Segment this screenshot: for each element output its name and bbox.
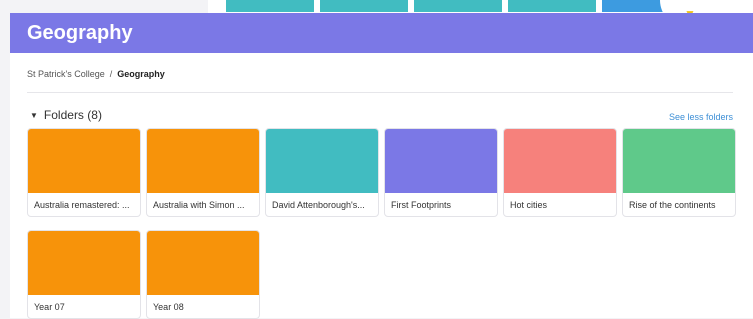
- folder-name: Hot cities: [510, 200, 548, 210]
- folders-heading: Folders (8): [43, 108, 102, 122]
- folder-card[interactable]: Rise of the continents: [622, 128, 736, 217]
- folder-card[interactable]: Australia with Simon ...: [146, 128, 260, 217]
- folder-name: Australia with Simon ...: [153, 200, 245, 210]
- folder-card[interactable]: Hot cities: [503, 128, 617, 217]
- folder-name: Rise of the continents: [629, 200, 716, 210]
- folder-card[interactable]: Year 08: [146, 230, 260, 319]
- folder-card[interactable]: David Attenborough's...: [265, 128, 379, 217]
- breadcrumb-root-link[interactable]: St Patrick's College: [27, 69, 105, 79]
- page-title: Geography: [27, 21, 133, 44]
- folders-section-toggle[interactable]: ▼ Folders (8): [30, 108, 102, 122]
- folder-thumbnail: [266, 129, 378, 193]
- folder-thumbnail: [623, 129, 735, 193]
- folder-thumbnail: [28, 231, 140, 295]
- breadcrumb-current: Geography: [117, 69, 165, 79]
- folder-name: First Footprints: [391, 200, 452, 210]
- breadcrumb-separator: /: [109, 69, 113, 79]
- folder-thumbnail: [147, 231, 259, 295]
- folder-name: Year 08: [153, 302, 184, 312]
- background-tile: [414, 0, 502, 12]
- folder-card[interactable]: First Footprints: [384, 128, 498, 217]
- folder-name: Australia remastered: ...: [34, 200, 130, 210]
- page-header: Geography: [10, 13, 753, 53]
- see-less-folders-link[interactable]: See less folders: [669, 112, 733, 122]
- caret-down-icon: ▼: [30, 110, 38, 120]
- folder-name: Year 07: [34, 302, 65, 312]
- folder-name: David Attenborough's...: [272, 200, 365, 210]
- background-tile: [320, 0, 408, 12]
- background-tile: [226, 0, 314, 12]
- breadcrumb: St Patrick's College / Geography: [27, 69, 165, 79]
- folder-thumbnail: [385, 129, 497, 193]
- folder-panel: Geography St Patrick's College / Geograp…: [10, 13, 753, 319]
- folder-thumbnail: [504, 129, 616, 193]
- folder-thumbnail: [147, 129, 259, 193]
- divider: [27, 92, 733, 93]
- folder-card[interactable]: Year 07: [27, 230, 141, 319]
- folder-card[interactable]: Australia remastered: ...: [27, 128, 141, 217]
- folder-thumbnail: [28, 129, 140, 193]
- background-tile: [508, 0, 596, 12]
